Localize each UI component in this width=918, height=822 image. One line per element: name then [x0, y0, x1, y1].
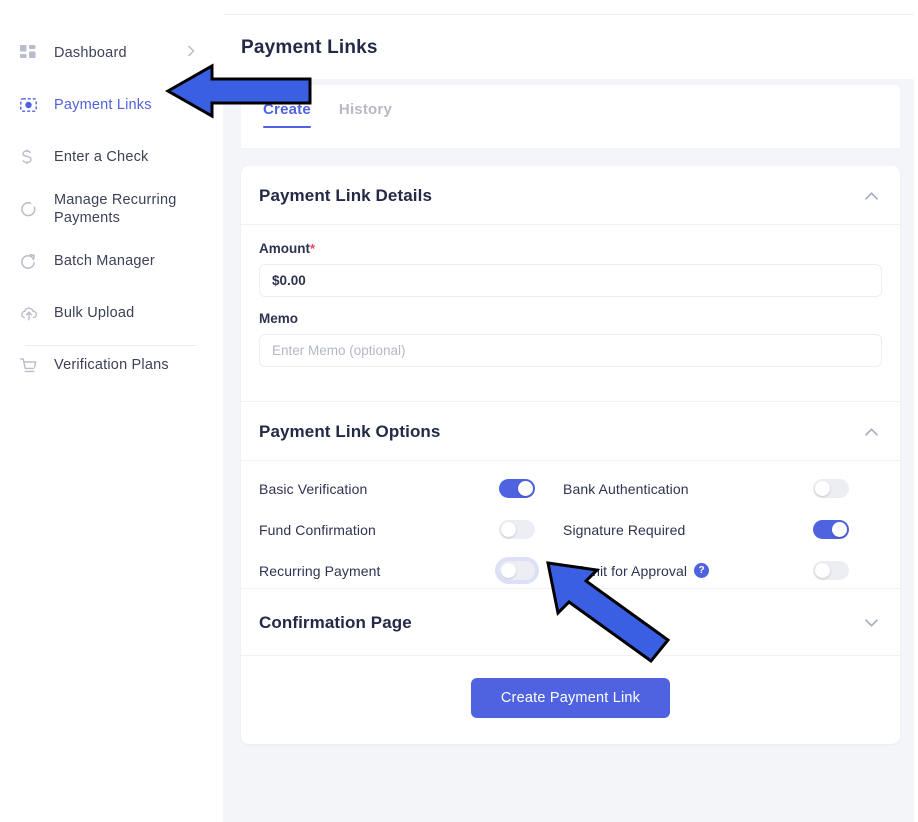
toggle-knob: [501, 563, 516, 578]
toggle-knob: [501, 522, 516, 537]
memo-label: Memo: [259, 311, 299, 326]
sidebar-item-label: Payment Links: [54, 96, 152, 113]
toggle-knob: [815, 563, 830, 578]
payment-link-icon: [20, 98, 46, 112]
app-root: Dashboard Payment Links Enter a Check Ma…: [0, 0, 918, 822]
toggle-label-bank-authentication: Bank Authentication: [563, 480, 689, 497]
tab-bar-card: Create History: [241, 85, 900, 148]
sidebar-item-label: Batch Manager: [54, 252, 155, 269]
toggle-basic-verification[interactable]: [499, 479, 535, 498]
toggle-label-submit-for-approval: Submit for Approval ?: [563, 563, 813, 579]
amount-label: Amount*: [259, 241, 882, 256]
create-payment-link-button[interactable]: Create Payment Link: [470, 678, 671, 718]
section-title: Payment Link Options: [259, 422, 441, 441]
recurring-circle-icon: [20, 201, 46, 218]
help-icon[interactable]: ?: [694, 563, 710, 578]
toggle-label-recurring-payment: Recurring Payment: [259, 562, 381, 579]
sidebar-item-label: Bulk Upload: [54, 304, 135, 321]
sidebar-item-label: Manage Recurring Payments: [54, 191, 177, 226]
toggle-recurring-payment[interactable]: [499, 561, 535, 580]
sidebar-item-manage-recurring-payments[interactable]: Manage Recurring Payments: [0, 190, 223, 228]
dollar-icon: [20, 149, 46, 166]
sidebar-item-verification-plans[interactable]: Verification Plans: [0, 346, 223, 384]
amount-input[interactable]: $0.00: [259, 264, 882, 297]
cart-icon: [20, 357, 46, 373]
page-title: Payment Links: [241, 37, 378, 58]
sidebar-item-payment-links[interactable]: Payment Links: [0, 86, 223, 124]
toggle-bank-authentication[interactable]: [813, 479, 849, 498]
amount-label-text: Amount: [259, 241, 310, 256]
sidebar-divider: [25, 345, 197, 346]
payment-link-options-header[interactable]: Payment Link Options: [241, 401, 900, 461]
payment-link-options-grid: Basic Verification Bank Authentication F…: [241, 461, 900, 588]
toggle-fund-confirmation[interactable]: [499, 520, 535, 539]
sidebar-item-enter-a-check[interactable]: Enter a Check: [0, 138, 223, 176]
topbar: [223, 0, 918, 15]
required-asterisk: *: [310, 241, 316, 256]
refresh-icon: [20, 253, 46, 270]
main-content: Payment Links Create History Payment Lin…: [223, 0, 918, 822]
sidebar-item-dashboard[interactable]: Dashboard: [0, 34, 223, 72]
sidebar-item-bulk-upload[interactable]: Bulk Upload: [0, 294, 223, 332]
sidebar: Dashboard Payment Links Enter a Check Ma…: [0, 0, 223, 822]
toggle-knob: [518, 481, 533, 496]
sidebar-item-label: Dashboard: [54, 44, 127, 61]
chevron-down-icon[interactable]: [865, 619, 878, 627]
sidebar-item-batch-manager[interactable]: Batch Manager: [0, 242, 223, 280]
section-title: Payment Link Details: [259, 186, 433, 205]
tab-create[interactable]: Create: [263, 101, 311, 128]
toggle-label-fund-confirmation: Fund Confirmation: [259, 521, 376, 538]
toggle-knob: [832, 522, 847, 537]
tab-bar: Create History: [263, 101, 900, 128]
sidebar-item-label: Verification Plans: [54, 356, 169, 373]
payment-link-details-body: Amount* $0.00 Memo Enter Memo (optional): [241, 225, 900, 401]
payment-link-form-card: Payment Link Details Amount* $0.00 Memo …: [241, 166, 900, 744]
toggle-label-signature-required: Signature Required: [563, 521, 686, 538]
payment-link-details-header[interactable]: Payment Link Details: [241, 166, 900, 225]
cloud-upload-icon: [20, 306, 46, 321]
toggle-signature-required[interactable]: [813, 520, 849, 539]
memo-input[interactable]: Enter Memo (optional): [259, 334, 882, 367]
toggle-label-basic-verification: Basic Verification: [259, 480, 368, 497]
grid-icon: [20, 45, 46, 61]
right-edge-strip: [914, 0, 918, 822]
tab-history[interactable]: History: [339, 101, 392, 128]
toggle-knob: [815, 481, 830, 496]
sidebar-item-label: Enter a Check: [54, 148, 149, 165]
section-title: Confirmation Page: [259, 613, 412, 632]
chevron-up-icon[interactable]: [865, 428, 878, 436]
toggle-submit-for-approval[interactable]: [813, 561, 849, 580]
page-header: Payment Links: [223, 15, 918, 79]
chevron-right-icon[interactable]: [187, 44, 195, 62]
confirmation-page-header[interactable]: Confirmation Page: [241, 588, 900, 656]
submit-row: Create Payment Link: [241, 656, 900, 744]
toggle-label-text: Submit for Approval: [563, 562, 688, 579]
chevron-up-icon[interactable]: [865, 192, 878, 200]
